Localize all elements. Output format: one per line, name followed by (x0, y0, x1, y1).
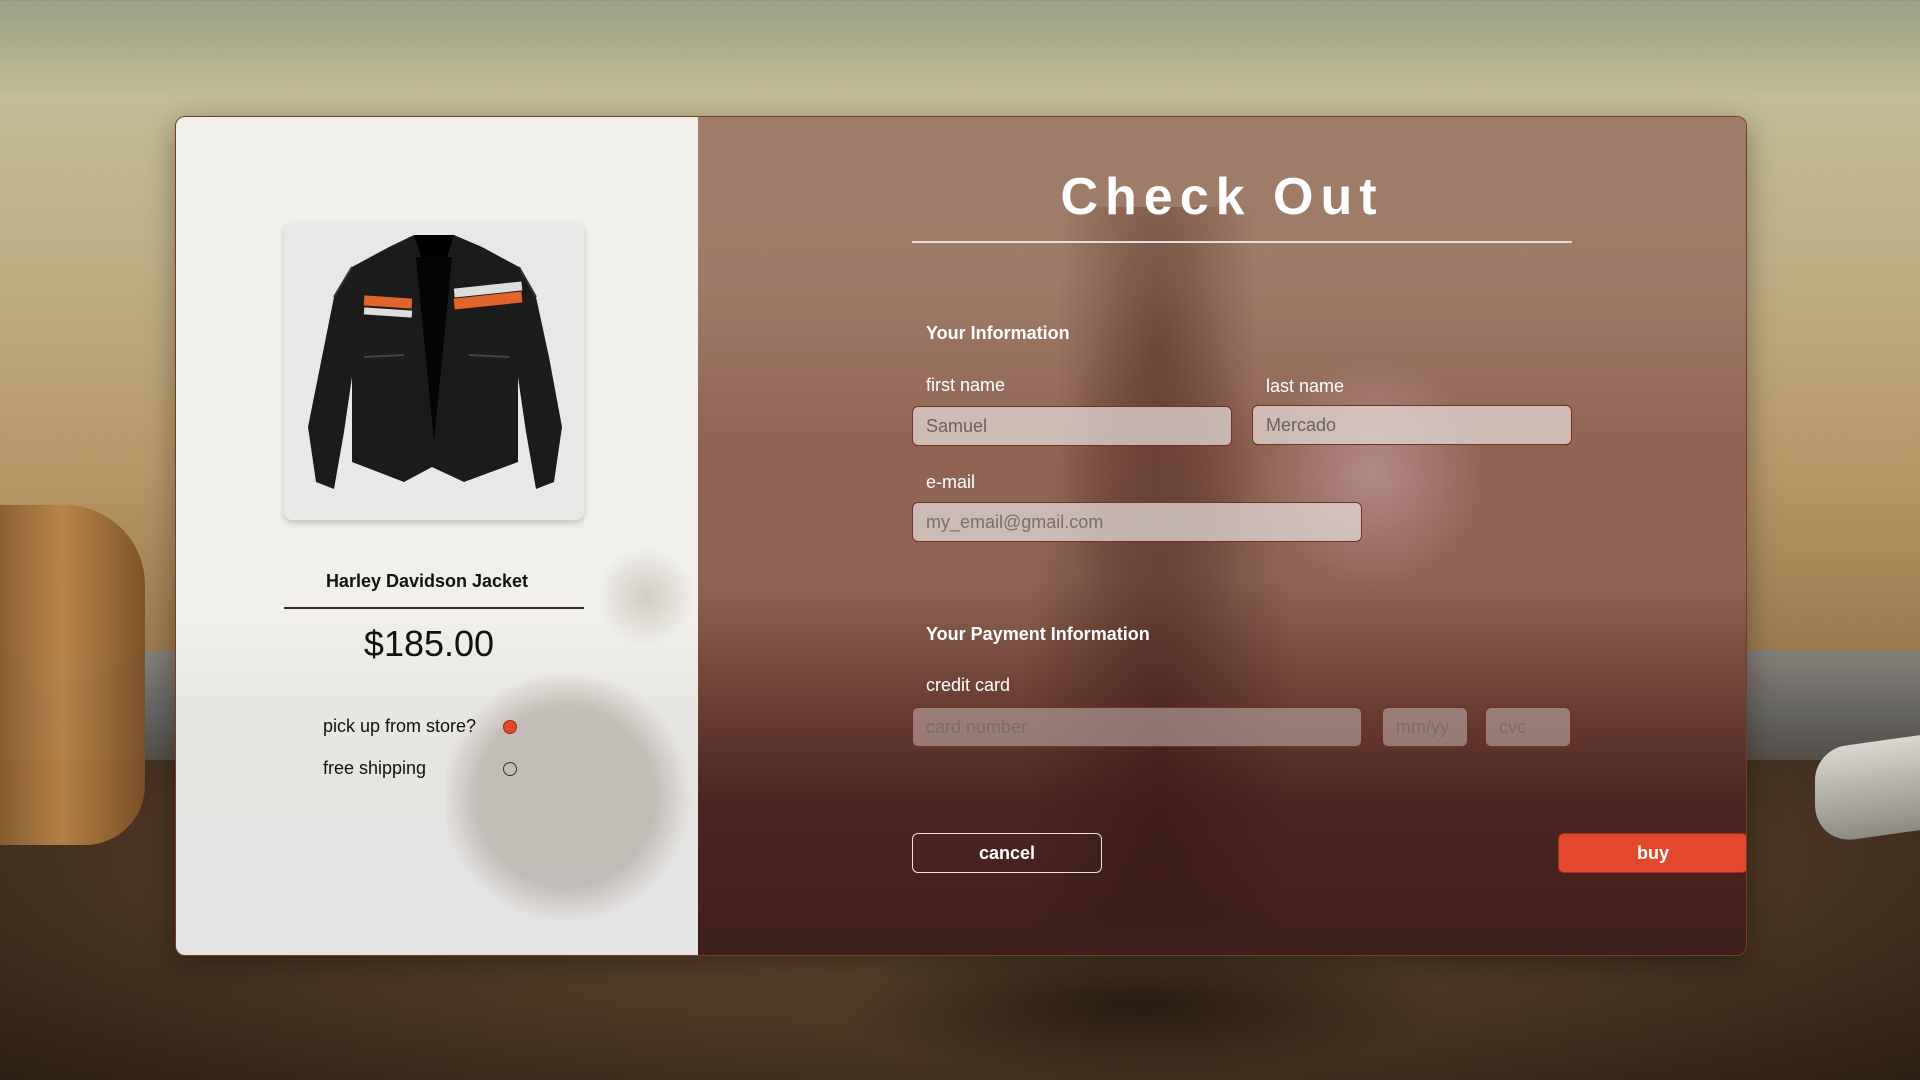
checkout-card: Harley Davidson Jacket $185.00 pick up f… (175, 116, 1747, 956)
product-divider (284, 607, 584, 609)
title-divider (912, 241, 1572, 243)
jacket-image (308, 235, 562, 489)
option-pickup-label: pick up from store? (323, 716, 477, 736)
pickup-radio[interactable] (503, 720, 517, 734)
option-free-shipping-label: free shipping (323, 758, 427, 778)
cvc-input[interactable] (1485, 707, 1571, 747)
payment-information-heading: Your Payment Information (926, 624, 1150, 644)
card-number-input[interactable] (912, 707, 1362, 747)
blurred-rider-background (998, 207, 1318, 927)
first-name-input[interactable] (912, 406, 1232, 446)
your-information-heading: Your Information (926, 323, 1070, 343)
buy-button[interactable]: buy (1558, 833, 1746, 873)
email-input[interactable] (912, 502, 1362, 542)
product-name: Harley Davidson Jacket (325, 571, 529, 591)
credit-card-label: credit card (926, 675, 1011, 695)
checkout-form-panel: Check Out Your Information first name la… (698, 117, 1746, 955)
product-image-card (284, 222, 584, 520)
last-name-input[interactable] (1252, 405, 1572, 445)
page-title: Check Out (1060, 168, 1384, 226)
free-shipping-radio[interactable] (503, 762, 517, 776)
first-name-label: first name (926, 375, 1006, 395)
expiry-input[interactable] (1382, 707, 1468, 747)
motorcycle-background (446, 537, 726, 955)
email-label: e-mail (926, 472, 976, 492)
cancel-button[interactable]: cancel (912, 833, 1102, 873)
product-price: $185.00 (363, 623, 495, 664)
product-panel: Harley Davidson Jacket $185.00 pick up f… (176, 117, 726, 955)
background-boat-left (0, 505, 145, 845)
last-name-label: last name (1266, 376, 1345, 396)
